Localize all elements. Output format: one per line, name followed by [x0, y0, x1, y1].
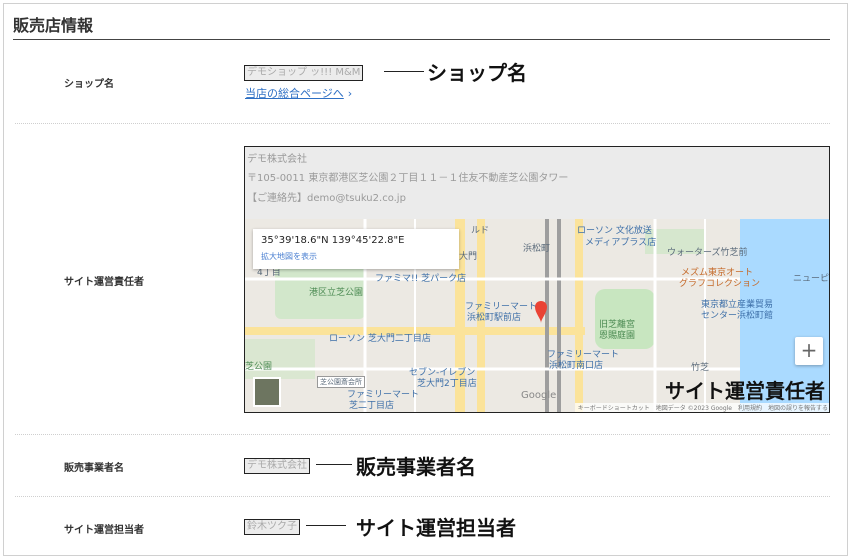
manager-leader-line	[306, 525, 346, 526]
map-label-family-shiba2b: 芝二丁目店	[349, 401, 395, 411]
map-label-family-hamaminami2: 浜松町南口店	[549, 361, 604, 371]
map-coordinates: 35°39'18.6"N 139°45'22.8"E	[261, 235, 405, 246]
seller-callout: 販売事業者名	[356, 455, 476, 479]
google-map[interactable]: 浜松町 大門 ローソン 文化放送 メディアプラス店 ウォーターズ竹芝前 メズム東…	[245, 219, 830, 412]
shop-name-label: ショップ名	[64, 79, 114, 90]
row-divider	[15, 434, 830, 435]
map-label-bldg: ルド	[471, 226, 490, 236]
row-divider	[15, 123, 830, 124]
title-divider	[13, 39, 830, 40]
map-label-waters: ウォーターズ竹芝前	[667, 248, 748, 258]
map-label-lawson-daimon: ローソン 芝大門二丁目店	[329, 334, 431, 344]
map-label-hamamatsucho: 浜松町	[523, 244, 551, 254]
seller-value: デモ株式会社	[244, 458, 310, 474]
operator-callout: サイト運営責任者	[665, 379, 825, 403]
map-label-family-shiba: ファミマ!! 芝パーク店	[375, 274, 467, 284]
map-label-daimon: 大門	[459, 252, 478, 262]
map-label-family-hama2: 浜松町駅前店	[467, 313, 522, 323]
manager-callout: サイト運営担当者	[356, 516, 516, 540]
map-coordinates-card: 35°39'18.6"N 139°45'22.8"E 拡大地図を表示	[253, 229, 459, 269]
operator-info-box: デモ株式会社 〒105-0011 東京都港区芝公園２丁目１１－１住友不動産芝公園…	[244, 146, 830, 413]
shop-top-page-link-text: 当店の総合ページへ	[245, 87, 344, 100]
map-attribution[interactable]: キーボードショートカット 地図データ ©2023 Google 利用規約 地図の…	[574, 403, 829, 412]
enlarge-map-link[interactable]: 拡大地図を表示	[261, 251, 317, 262]
zoom-in-button[interactable]: +	[795, 337, 823, 365]
map-label-newpier: ニューピア	[793, 274, 830, 284]
map-label-media-plus: メディアプラス店	[585, 238, 657, 248]
satellite-toggle-thumbnail[interactable]	[253, 377, 281, 407]
section-title: 販売店情報	[13, 16, 94, 35]
shop-name-leader-line	[384, 71, 424, 72]
map-label-minato-park: 港区立芝公園	[309, 288, 364, 298]
shop-name-value: デモショップ ッ!!! M&M	[244, 65, 364, 81]
map-label-seven2: 芝大門2丁目店	[417, 379, 477, 389]
map-label-kyu-shiba2: 恩賜庭園	[599, 331, 636, 341]
manager-value: 鈴木ツク子	[244, 519, 300, 535]
map-label-tokyo-trade2: センター浜松町館	[701, 311, 774, 321]
operator-company: デモ株式会社	[247, 154, 307, 165]
chevron-right-icon: ›	[347, 87, 353, 100]
seller-leader-line	[316, 464, 352, 465]
shop-top-page-link[interactable]: 当店の総合ページへ ›	[245, 85, 352, 101]
shop-name-callout: ショップ名	[427, 61, 527, 85]
operator-address: 〒105-0011 東京都港区芝公園２丁目１１－１住友不動産芝公園タワー	[247, 173, 569, 184]
manager-label: サイト運営担当者	[64, 525, 144, 536]
operator-contact: 【ご連絡先】demo@tsuku2.co.jp	[247, 193, 406, 204]
operator-label: サイト運営責任者	[64, 277, 144, 288]
google-logo: Google	[521, 390, 557, 401]
seller-label: 販売事業者名	[64, 463, 124, 474]
map-label-takeshiba: 竹芝	[691, 363, 710, 373]
map-label-graph: グラフコレクション	[679, 279, 761, 289]
row-divider	[15, 496, 830, 497]
map-label-shiba-park: 芝公園	[245, 362, 273, 372]
